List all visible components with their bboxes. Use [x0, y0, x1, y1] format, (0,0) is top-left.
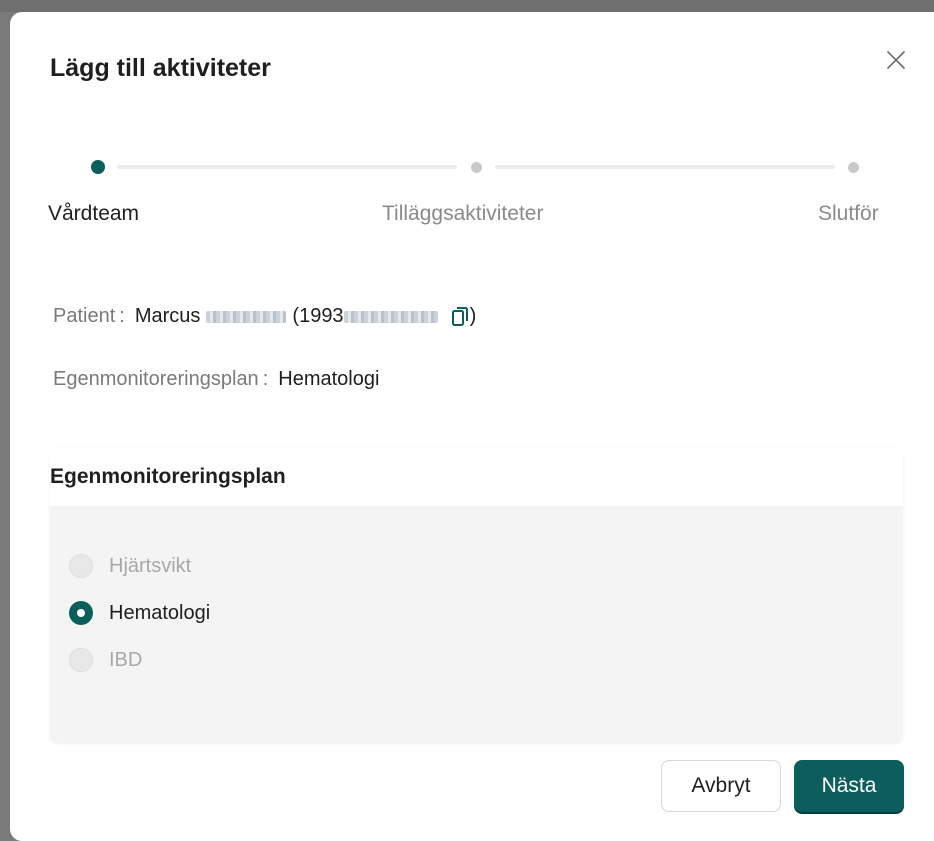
redacted-surname: [206, 310, 287, 323]
backdrop: [0, 0, 934, 12]
radio-label: Hjärtsvikt: [109, 554, 192, 577]
close-icon[interactable]: [884, 48, 908, 72]
radio-option-hjartsvikt[interactable]: Hjärtsvikt: [69, 554, 191, 578]
radio-label: IBD: [109, 648, 143, 671]
cancel-button[interactable]: Avbryt: [661, 760, 781, 812]
redacted-personal-number: [343, 310, 438, 323]
step-label-tillaggsaktiviteter: Tilläggsaktiviteter: [382, 202, 544, 225]
card-header: Egenmonitoreringsplan: [50, 448, 903, 506]
card-title: Egenmonitoreringsplan: [50, 465, 286, 488]
patient-first-name: Marcus: [134, 305, 201, 327]
copy-icon[interactable]: [450, 306, 470, 328]
next-button[interactable]: Nästa: [794, 760, 904, 812]
separator: :: [119, 305, 125, 327]
radio-option-ibd[interactable]: IBD: [69, 648, 142, 672]
step-connector: [495, 165, 835, 169]
dialog-title: Lägg till aktiviteter: [50, 54, 271, 82]
patient-row: Patient : Marcus (1993 ): [53, 305, 476, 328]
step-indicator-slutfor: [848, 162, 859, 173]
step-connector: [117, 165, 457, 169]
patient-id-prefix: (1993: [292, 305, 344, 327]
add-activities-dialog: Lägg till aktiviteter Vårdteam Tilläggsa…: [10, 12, 934, 841]
step-indicator-tillaggsaktiviteter: [471, 162, 482, 173]
step-label-slutfor: Slutför: [818, 202, 879, 225]
step-label-vardteam: Vårdteam: [48, 202, 140, 225]
patient-id-suffix: ): [469, 305, 477, 327]
plan-value: Hematologi: [278, 368, 380, 390]
separator: :: [262, 368, 269, 390]
radio-label: Hematologi: [109, 601, 211, 624]
radio-button[interactable]: [69, 554, 93, 578]
plan-row: Egenmonitoreringsplan : Hematologi: [53, 368, 379, 391]
plan-label: Egenmonitoreringsplan: [53, 368, 259, 390]
radio-button[interactable]: [69, 648, 93, 672]
plan-radio-group: Hjärtsvikt Hematologi IBD: [50, 506, 903, 743]
patient-label: Patient: [53, 305, 116, 327]
plan-card: Egenmonitoreringsplan Hjärtsvikt Hematol…: [50, 448, 903, 743]
radio-button[interactable]: [69, 601, 93, 625]
step-indicator-vardteam: [91, 160, 105, 174]
radio-option-hematologi[interactable]: Hematologi: [69, 601, 210, 625]
